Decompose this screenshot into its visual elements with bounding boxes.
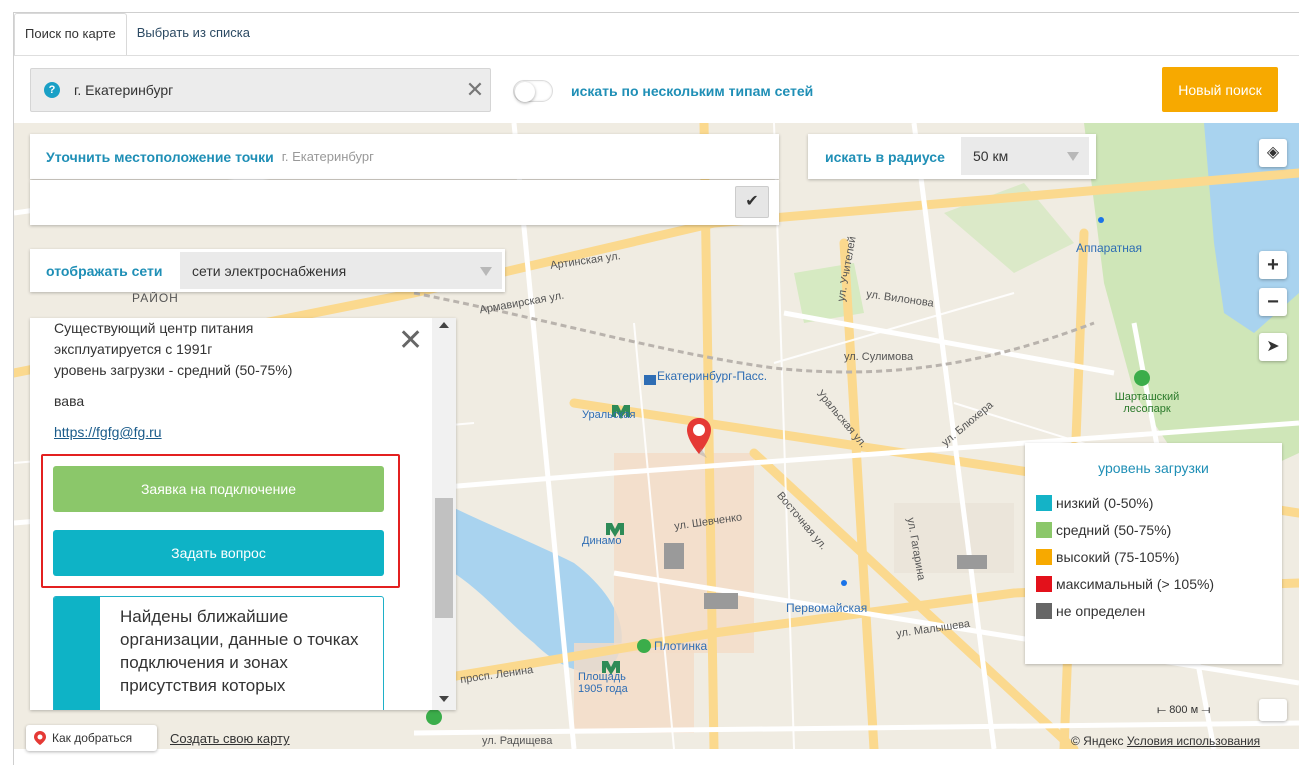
info-line: уровень загрузки - средний (50-75%): [54, 362, 293, 378]
scroll-thumb[interactable]: [435, 498, 453, 618]
info-line: эксплуатируется с 1991г: [54, 341, 213, 357]
route-label[interactable]: Как добраться: [52, 731, 132, 745]
map-label-street: ул. Сулимова: [844, 351, 914, 363]
legend-label: высокий (75-105%): [1056, 548, 1180, 565]
radius-panel: искать в радиусе 50 км: [808, 134, 1096, 179]
legend-title: уровень загрузки: [1098, 460, 1209, 476]
info-popup: Существующий центр питания эксплуатирует…: [30, 318, 456, 710]
networks-value[interactable]: сети электроснабжения: [192, 263, 346, 279]
legend-label: средний (50-75%): [1056, 521, 1172, 538]
location-input-field[interactable]: ✔: [30, 180, 779, 225]
legend-swatch: [1036, 602, 1052, 619]
map-label-stop: Первомайская: [786, 601, 868, 615]
connect-request-button[interactable]: Заявка на подключение: [53, 466, 384, 512]
legend-item: не определен: [1036, 597, 1282, 624]
new-search-button[interactable]: Новый поиск: [1162, 67, 1278, 112]
copyright: © Яндекс Условия использования: [1071, 734, 1260, 748]
info-link[interactable]: https://fgfg@fg.ru: [54, 424, 162, 440]
networks-panel: отображать сети сети электроснабжения: [30, 249, 505, 292]
legend-label: низкий (0-50%): [1056, 494, 1154, 511]
networks-label: отображать сети: [46, 262, 163, 279]
route-button[interactable]: Как добраться: [26, 725, 157, 751]
legend-swatch: [1036, 548, 1052, 565]
scroll-down-icon[interactable]: [439, 696, 449, 702]
ask-question-button[interactable]: Задать вопрос: [53, 530, 384, 576]
create-map-link[interactable]: Создать свою карту: [170, 731, 290, 746]
city-search-field[interactable]: ? г. Екатеринбург ✕: [30, 68, 491, 112]
radius-label: искать в радиусе: [825, 148, 945, 165]
legend-item: средний (50-75%): [1036, 516, 1282, 543]
legend-item: высокий (75-105%): [1036, 543, 1282, 570]
note-card: Найдены ближайшие организации, данные о …: [53, 596, 384, 710]
checkmark-icon[interactable]: ✔: [735, 186, 769, 218]
legend-swatch: [1036, 494, 1052, 511]
scroll-up-icon[interactable]: [439, 322, 449, 328]
zoom-in-icon[interactable]: +: [1259, 251, 1287, 279]
networks-select[interactable]: сети электроснабжения: [180, 252, 502, 289]
map-label-metro: Уральская: [582, 409, 636, 421]
scrollbar[interactable]: [432, 318, 456, 710]
load-legend: уровень загрузки низкий (0-50%) средний (…: [1025, 443, 1282, 664]
multi-network-toggle-label[interactable]: искать по нескольким типам сетей: [571, 83, 813, 99]
note-accent-bar: [54, 597, 100, 710]
close-icon[interactable]: ✕: [398, 326, 423, 356]
legend-swatch: [1036, 575, 1052, 592]
copyright-prefix: © Яндекс: [1071, 734, 1124, 748]
map-pin-icon: [34, 731, 46, 745]
tab-map-search[interactable]: Поиск по карте: [14, 13, 127, 55]
info-name: вава: [54, 393, 85, 409]
location-hint: г. Екатеринбург: [281, 149, 374, 164]
map-label-stop: Аппаратная: [1076, 241, 1143, 255]
radius-value[interactable]: 50 км: [973, 148, 1008, 164]
layers-icon[interactable]: ◈: [1259, 139, 1287, 167]
close-icon[interactable]: ✕: [460, 68, 490, 112]
chevron-down-icon[interactable]: [480, 267, 492, 276]
legend-item: низкий (0-50%): [1036, 489, 1282, 516]
map-label-metro: Площадь 1905 года: [578, 671, 628, 695]
chevron-down-icon[interactable]: [1067, 152, 1079, 161]
legend-label: не определен: [1056, 602, 1146, 619]
map-label-park: Шарташский лесопарк: [1114, 391, 1180, 415]
radius-select[interactable]: 50 км: [961, 137, 1089, 175]
info-line: Существующий центр питания: [54, 320, 254, 336]
map-label-district: РАЙОН: [132, 291, 179, 305]
legend-label: максимальный (> 105%): [1056, 575, 1215, 592]
multi-network-toggle[interactable]: [513, 80, 553, 102]
map-scale: ⟝ 800 м ⟞: [1157, 704, 1211, 716]
map-label-station: Екатеринбург-Пасс.: [657, 369, 768, 383]
map-label-stop: Плотинка: [654, 639, 708, 653]
map-label-metro: Динамо: [582, 535, 622, 547]
ruler-icon[interactable]: [1259, 699, 1287, 721]
geolocate-arrow-icon[interactable]: ➤: [1259, 333, 1287, 361]
location-panel: Уточнить местоположение точки г. Екатери…: [30, 134, 779, 179]
city-search-value[interactable]: г. Екатеринбург: [74, 82, 460, 98]
tab-list-select[interactable]: Выбрать из списка: [127, 13, 260, 55]
legend-item: максимальный (> 105%): [1036, 570, 1282, 597]
question-circle-icon[interactable]: ?: [44, 82, 60, 98]
map-label-street: ул. Радищева: [482, 735, 553, 747]
tab-divider: [14, 55, 1299, 56]
note-text: Найдены ближайшие организации, данные о …: [120, 607, 359, 695]
scale-value: 800 м: [1169, 704, 1199, 716]
legend-items: низкий (0-50%) средний (50-75%) высокий (7…: [1036, 489, 1282, 624]
location-label: Уточнить местоположение точки: [46, 148, 274, 165]
legend-swatch: [1036, 521, 1052, 538]
terms-link[interactable]: Условия использования: [1127, 734, 1260, 748]
tab-bar: Поиск по карте Выбрать из списка: [14, 13, 260, 55]
toggle-knob: [515, 82, 535, 102]
zoom-out-icon[interactable]: −: [1259, 288, 1287, 316]
